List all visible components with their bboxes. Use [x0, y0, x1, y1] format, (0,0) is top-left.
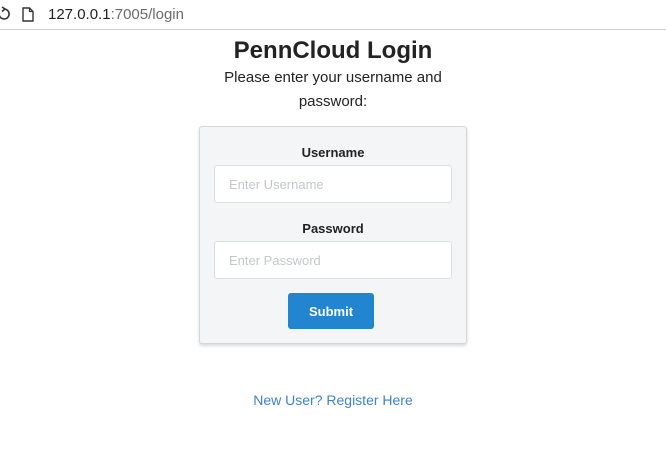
username-input[interactable]: [214, 165, 452, 203]
url-path: :7005/login: [110, 6, 184, 23]
username-label: Username: [301, 145, 365, 160]
browser-toolbar: 127.0.0.1:7005/login: [0, 0, 666, 30]
submit-button[interactable]: Submit: [288, 293, 374, 329]
login-page: PennCloud Login Please enter your userna…: [0, 30, 666, 460]
login-form: Username Password Submit: [199, 126, 467, 344]
page-title: PennCloud Login: [233, 37, 433, 64]
register-link[interactable]: New User? Register Here: [0, 391, 666, 409]
reload-icon[interactable]: [0, 6, 10, 22]
password-label: Password: [302, 221, 364, 236]
address-bar[interactable]: 127.0.0.1:7005/login: [48, 6, 184, 24]
page-subtitle: Please enter your username and password:: [224, 69, 442, 110]
password-input[interactable]: [214, 241, 452, 279]
url-host: 127.0.0.1: [48, 6, 111, 23]
page-icon: [22, 7, 34, 22]
